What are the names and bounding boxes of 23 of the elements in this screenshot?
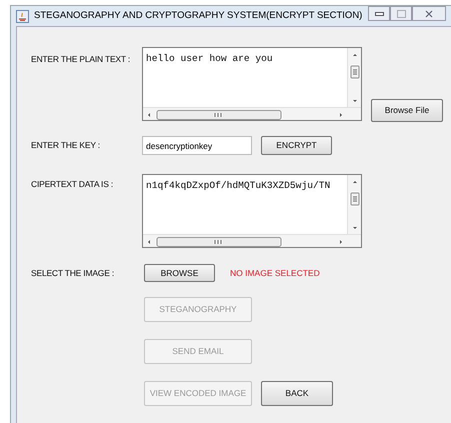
minimize-icon [374,12,384,16]
field-label: ENTER THE PLAIN TEXT : [31,53,132,66]
text-area[interactable]: n1qf4kqDZxpOf/hdMQTuK3XZD5wju/TN [142,174,362,248]
text-area[interactable]: hello user how are you [142,47,362,121]
field-label: SELECT THE IMAGE : [31,266,115,280]
vertical-scrollbar[interactable] [347,48,361,108]
key-field[interactable]: desencryptionkey [142,136,252,155]
field-label: CIPERTEXT DATA IS : [31,178,114,191]
app-icon [16,10,29,22]
horizontal-scrollbar[interactable] [143,234,361,247]
encrypt-button[interactable]: ENCRYPT [261,136,332,155]
browse-file-button[interactable]: Browse File [371,99,443,122]
close-icon [425,10,433,18]
maximize-icon [396,10,406,18]
minimize-button[interactable] [368,6,390,21]
close-button[interactable] [412,6,446,21]
action-button[interactable]: BACK [261,381,333,406]
window-title: STEGANOGRAPHY AND CRYPTOGRAPHY SYSTEM(ENCRYPT SECTION) [34,8,362,23]
field-label: ENTER THE KEY : [31,139,101,152]
browse-button[interactable]: BROWSE [144,264,215,282]
vertical-scrollbar[interactable] [347,175,361,235]
status-text: NO IMAGE SELECTED [230,266,320,280]
horizontal-scrollbar[interactable] [143,107,361,120]
